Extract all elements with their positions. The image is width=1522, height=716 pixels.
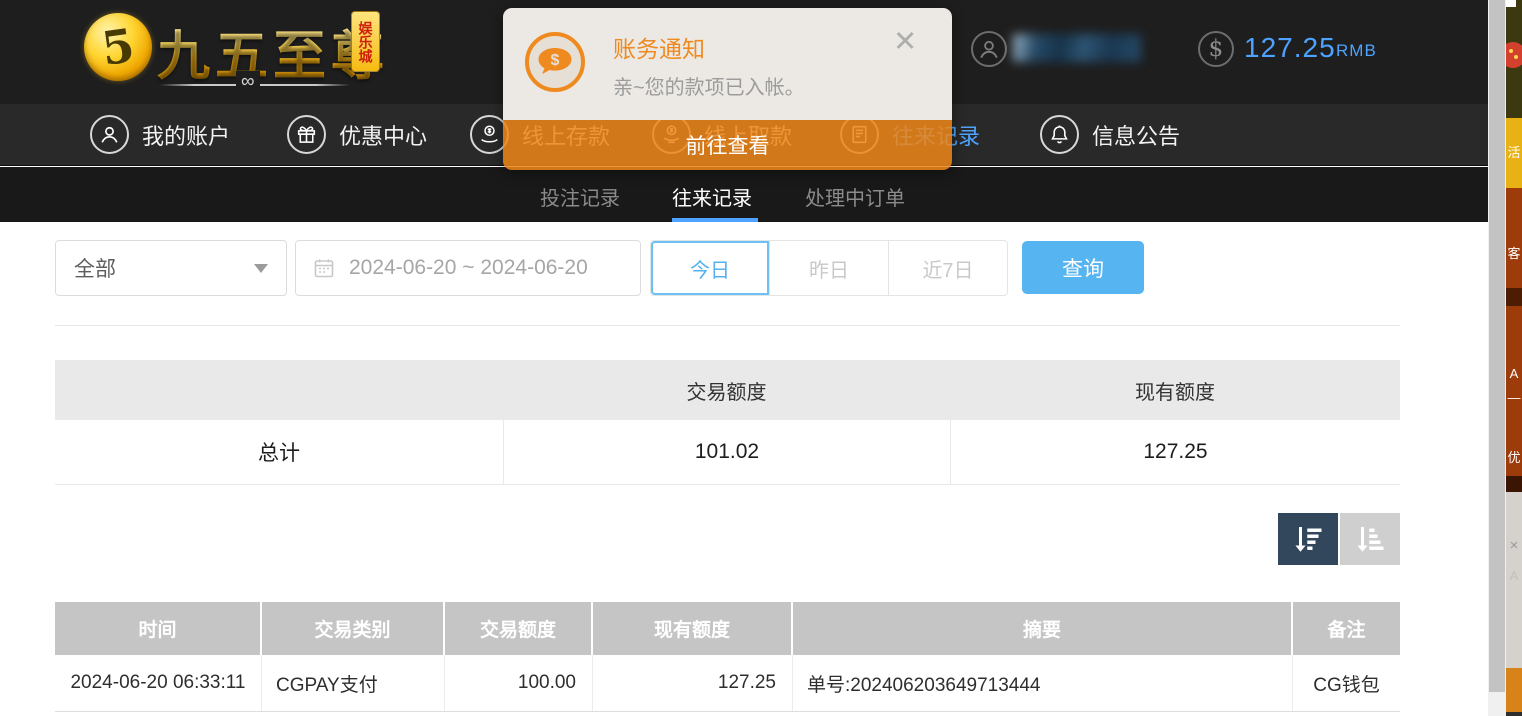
strip-item-panel[interactable]: × A	[1506, 492, 1522, 668]
balance-amount[interactable]: 127.25	[1244, 32, 1336, 64]
summary-trade-total: 101.02	[503, 420, 950, 484]
strip-notch	[1506, 0, 1516, 7]
account-icon	[90, 115, 129, 154]
notification-title: 账务通知	[613, 30, 705, 64]
notification-action-button[interactable]: 前往查看	[503, 120, 952, 170]
date-range-value: 2024-06-20 ~ 2024-06-20	[349, 256, 588, 280]
strip-close-icon[interactable]: ×	[1506, 538, 1522, 553]
cell-note: CG钱包	[1293, 655, 1400, 711]
svg-text:$: $	[551, 52, 560, 69]
username-blurred[interactable]	[1013, 34, 1141, 62]
strip-label: 活	[1506, 145, 1522, 160]
quick-yesterday-button[interactable]: 昨日	[770, 241, 889, 295]
records-table-header: 时间 交易类别 交易额度 现有额度 摘要 备注	[55, 602, 1400, 655]
strip-ghost-label: A	[1506, 568, 1522, 583]
strip-seg-orange	[1506, 668, 1522, 712]
close-icon[interactable]: ✕	[893, 28, 917, 57]
strip-red-badge-icon[interactable]	[1506, 42, 1522, 68]
sub-tabs: 投注记录 往来记录 处理中订单	[0, 167, 1488, 222]
strip-dash: —	[1506, 390, 1522, 405]
page: 5 九五至尊 ∞ 娱乐城 $ 127.25 RMB 我的账户 优惠中心	[0, 0, 1522, 716]
scrollbar-track[interactable]	[1488, 0, 1506, 716]
col-type: 交易类别	[262, 602, 445, 655]
col-note: 备注	[1293, 602, 1400, 655]
sort-ascending-button[interactable]	[1340, 513, 1400, 565]
section-divider	[55, 325, 1400, 326]
coin-digit: 5	[98, 18, 137, 76]
summary-total-label: 总计	[55, 420, 503, 484]
sort-descending-button[interactable]	[1278, 513, 1338, 565]
strip-label: A	[1506, 366, 1522, 381]
nav-item-my-account[interactable]: 我的账户	[90, 115, 230, 154]
nav-label: 优惠中心	[339, 119, 427, 151]
user-avatar-icon[interactable]	[971, 31, 1007, 67]
category-select[interactable]: 全部	[55, 240, 287, 296]
notification-money-chat-icon: $	[525, 32, 585, 92]
strip-item-service[interactable]: 客	[1506, 188, 1522, 288]
col-amount: 交易额度	[445, 602, 593, 655]
cell-balance: 127.25	[593, 655, 793, 711]
strip-item-activity[interactable]: 活	[1506, 118, 1522, 188]
main-content: 全部 2024-06-20 ~ 2024-06-20 今日 昨日 近7日 查询 …	[0, 222, 1488, 716]
nav-item-announcements[interactable]: 信息公告	[1040, 115, 1180, 154]
query-button[interactable]: 查询	[1022, 241, 1144, 294]
col-balance: 现有额度	[593, 602, 793, 655]
quick-last7days-button[interactable]: 近7日	[889, 241, 1007, 295]
strip-divider	[1506, 476, 1522, 492]
cell-amount: 100.00	[445, 655, 593, 711]
summary-total-row: 总计 101.02 127.25	[55, 420, 1400, 485]
table-row: 2024-06-20 06:33:11 CGPAY支付 100.00 127.2…	[55, 655, 1400, 712]
cell-time: 2024-06-20 06:33:11	[55, 655, 262, 711]
tab-bet-records[interactable]: 投注记录	[540, 182, 620, 211]
brand-coin-logo[interactable]: 5	[84, 13, 152, 81]
sort-desc-icon	[1290, 521, 1326, 557]
nav-label: 我的账户	[142, 119, 230, 151]
category-select-value: 全部	[74, 253, 116, 283]
bell-icon	[1040, 115, 1079, 154]
date-range-input[interactable]: 2024-06-20 ~ 2024-06-20	[295, 240, 641, 296]
balance-dollar-icon: $	[1198, 31, 1234, 67]
strip-label: 优	[1506, 450, 1522, 465]
side-quick-menu-strip: 活 客 A — 优 × A	[1506, 0, 1522, 716]
scrollbar-thumb[interactable]	[1489, 0, 1505, 692]
col-time: 时间	[55, 602, 262, 655]
balance-currency: RMB	[1336, 41, 1377, 61]
notification-body: $ 账务通知 亲~您的款项已入帐。 ✕	[503, 8, 952, 120]
calendar-icon	[312, 256, 336, 280]
strip-seg-top	[1506, 0, 1522, 118]
brand-badge: 娱乐城	[351, 11, 380, 72]
cell-summary: 单号:202406203649713444	[793, 655, 1293, 711]
nav-label: 信息公告	[1092, 119, 1180, 151]
summary-header-empty	[55, 360, 503, 420]
strip-item-app[interactable]: A — 优	[1506, 306, 1522, 476]
gift-icon	[287, 115, 326, 154]
strip-divider	[1506, 288, 1522, 306]
quick-date-group: 今日 昨日 近7日	[650, 240, 1008, 296]
summary-balance-total: 127.25	[950, 420, 1400, 484]
col-summary: 摘要	[793, 602, 1293, 655]
cell-type: CGPAY支付	[262, 655, 445, 711]
strip-label: 客	[1506, 246, 1522, 261]
tab-transaction-records[interactable]: 往来记录	[672, 182, 752, 211]
notification-popup: $ 账务通知 亲~您的款项已入帐。 ✕ 前往查看	[503, 8, 952, 170]
quick-today-button[interactable]: 今日	[651, 241, 770, 295]
sort-asc-icon	[1352, 521, 1388, 557]
summary-table-header: 交易额度 现有额度	[55, 360, 1400, 420]
flourish-swirl-icon: ∞	[236, 71, 260, 93]
summary-header-balance: 现有额度	[950, 360, 1400, 420]
summary-header-trade: 交易额度	[503, 360, 950, 420]
chevron-down-icon	[254, 264, 268, 273]
nav-item-promotions[interactable]: 优惠中心	[287, 115, 427, 154]
notification-message: 亲~您的款项已入帐。	[613, 71, 805, 100]
tab-pending-orders[interactable]: 处理中订单	[805, 182, 905, 211]
